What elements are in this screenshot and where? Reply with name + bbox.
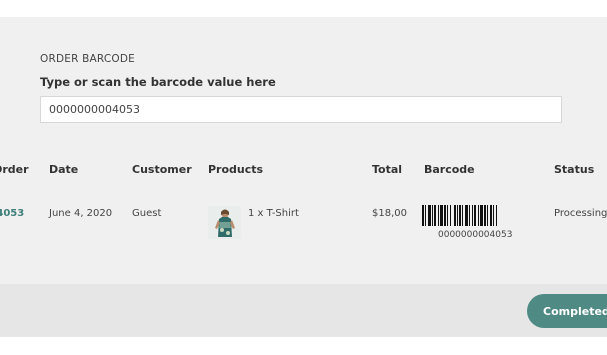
barcode-bar (425, 205, 426, 226)
barcode-bar (438, 205, 439, 226)
barcode-bar (490, 205, 492, 226)
barcode-bar (454, 205, 456, 226)
order-date: June 4, 2020 (49, 208, 113, 219)
barcode-bar (496, 205, 497, 226)
barcode-bar (487, 205, 488, 226)
footer-action-bar (0, 284, 607, 337)
completed-button[interactable]: Completed (527, 294, 607, 328)
barcode-bar (493, 205, 494, 226)
barcode-bar (434, 205, 436, 226)
order-number-link[interactable]: #4053 (0, 208, 24, 219)
section-heading: ORDER BARCODE (40, 53, 135, 65)
barcode-field-label: Type or scan the barcode value here (40, 75, 276, 89)
order-status: Processing (554, 208, 607, 219)
column-header-products[interactable]: Products (208, 163, 263, 176)
barcode-bar (472, 205, 473, 226)
column-header-status[interactable]: Status (554, 163, 594, 176)
top-strip (0, 0, 607, 17)
column-header-customer[interactable]: Customer (132, 163, 192, 176)
barcode-bar (447, 205, 448, 226)
column-header-barcode[interactable]: Barcode (424, 163, 475, 176)
barcode-bar (440, 205, 443, 226)
barcode-graphic (422, 205, 497, 226)
barcode-input[interactable] (40, 96, 562, 123)
barcode-bar (422, 205, 424, 226)
barcode-bar (459, 205, 461, 226)
column-header-total[interactable]: Total (372, 163, 402, 176)
barcode-bar (432, 205, 433, 226)
column-header-date[interactable]: Date (49, 163, 78, 176)
barcode-bar (465, 205, 468, 226)
product-item: 1 x T-Shirt (248, 208, 299, 219)
barcode-bar (428, 205, 431, 226)
barcode-value: 0000000004053 (438, 230, 513, 240)
barcode-bar (444, 205, 446, 226)
barcode-bar (484, 205, 486, 226)
column-header-order[interactable]: Order (0, 163, 29, 176)
order-total: $18,00 (372, 208, 407, 219)
barcode-bar (469, 205, 470, 226)
tshirt-thumbnail-icon[interactable] (208, 206, 241, 239)
customer-name: Guest (132, 208, 162, 219)
barcode-bar (478, 205, 479, 226)
barcode-bar (457, 205, 458, 226)
bottom-strip (0, 337, 607, 355)
barcode-bar (450, 205, 451, 226)
barcode-bar (462, 205, 463, 226)
barcode-bar (480, 205, 483, 226)
barcode-bar (474, 205, 476, 226)
